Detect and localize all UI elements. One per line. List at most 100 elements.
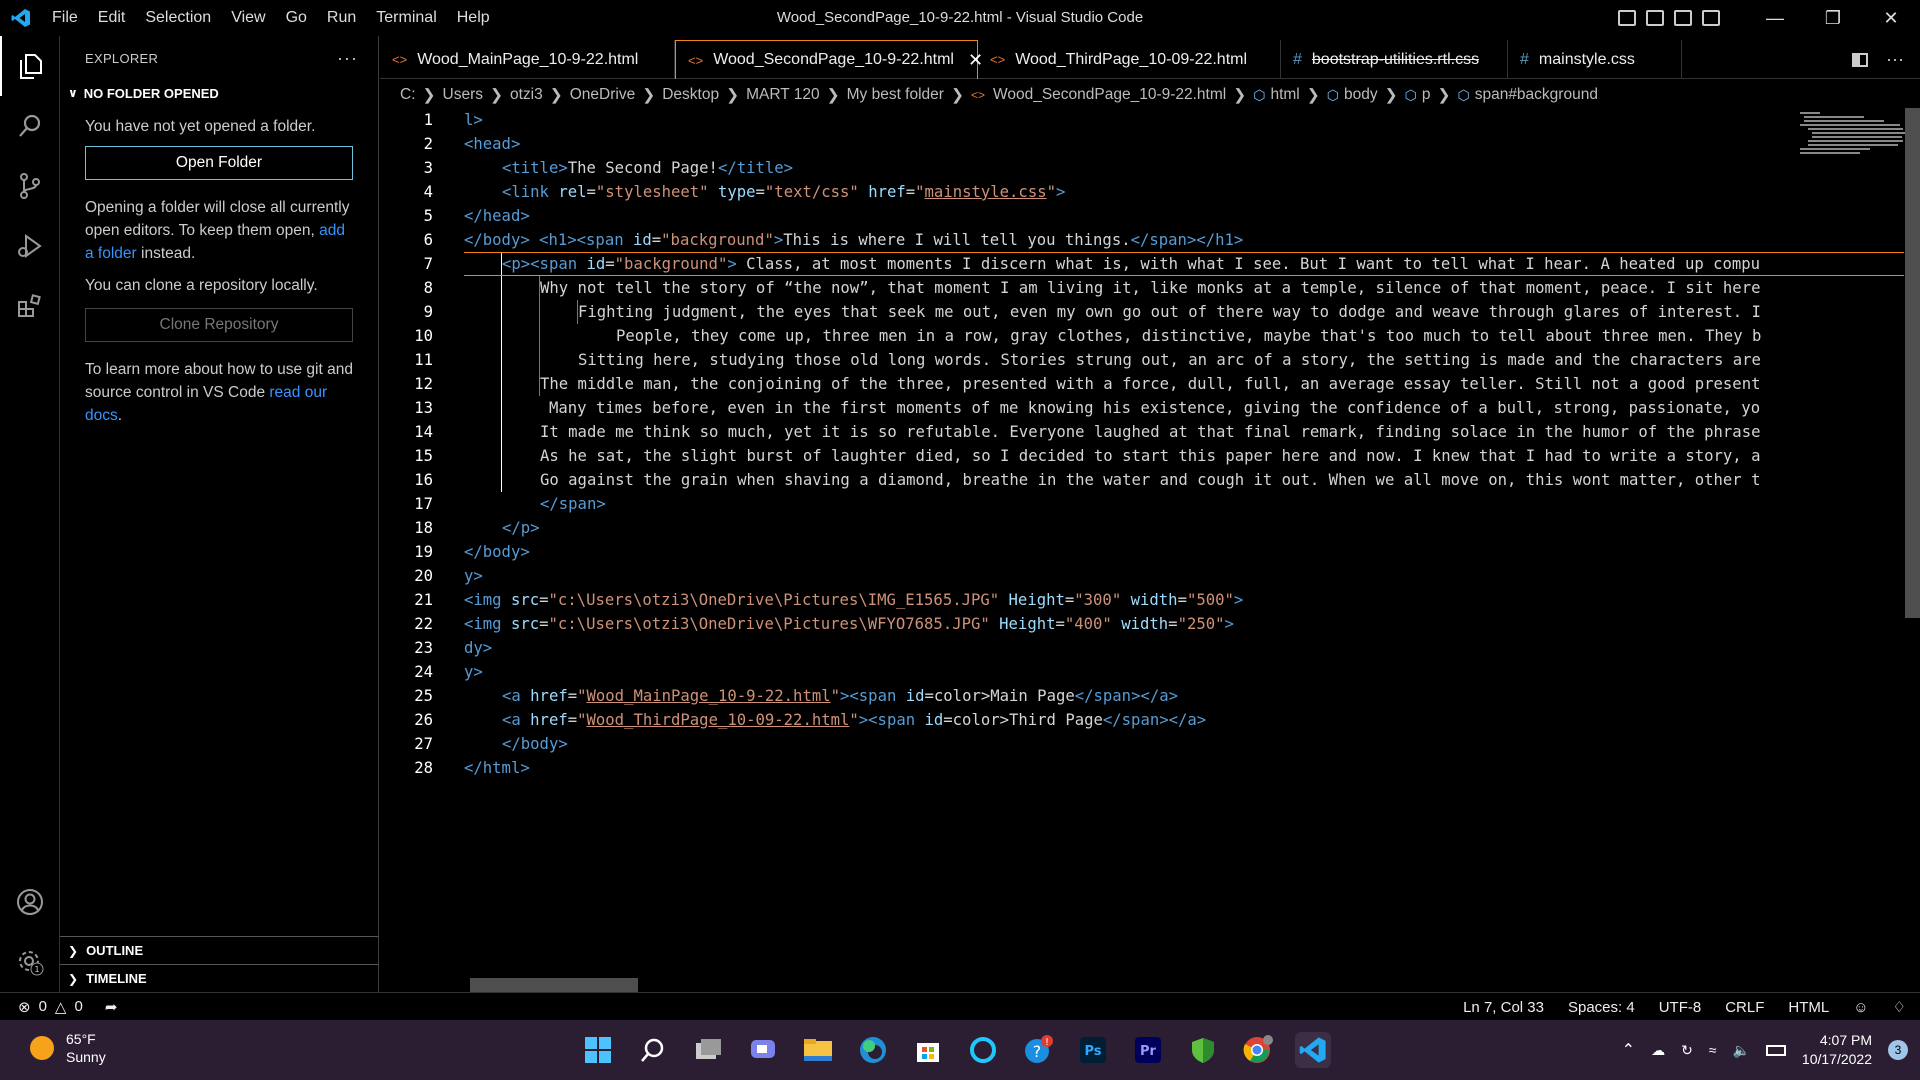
breadcrumb-item[interactable]: MART 120 (746, 86, 820, 104)
menu-selection[interactable]: Selection (135, 0, 221, 36)
tab-label: Wood_SecondPage_10-9-22.html (713, 51, 954, 68)
warning-icon[interactable]: △ (55, 998, 67, 1016)
menu-terminal[interactable]: Terminal (366, 0, 446, 36)
manage-gear-icon[interactable]: 1 (0, 932, 60, 992)
run-debug-icon[interactable] (0, 216, 60, 276)
breadcrumb-item[interactable]: C: (400, 86, 416, 104)
menu-edit[interactable]: Edit (88, 0, 136, 36)
file-explorer-icon[interactable] (800, 1032, 836, 1068)
encoding[interactable]: UTF-8 (1659, 999, 1702, 1016)
chrome-icon[interactable] (1240, 1032, 1276, 1068)
breadcrumb-item[interactable]: Users (443, 86, 483, 104)
breadcrumb-symbol[interactable]: p (1422, 86, 1431, 104)
code-editor[interactable]: 1 l> 2 <head> 3 <title>The Second Page!</ti… (380, 108, 1905, 992)
menu-view[interactable]: View (221, 0, 275, 36)
temperature: 65°F (66, 1031, 96, 1047)
photoshop-icon[interactable]: Ps (1075, 1032, 1111, 1068)
horizontal-scrollbar[interactable] (470, 978, 638, 992)
tab-bootstrap-utilities[interactable]: # bootstrap-utilities.rtl.css (1281, 40, 1508, 79)
vscode-logo-icon[interactable] (0, 0, 42, 36)
toggle-panel-icon[interactable] (1646, 10, 1664, 26)
no-folder-section[interactable]: ∨ NO FOLDER OPENED (60, 80, 378, 106)
toggle-secondary-sidebar-icon[interactable] (1674, 10, 1692, 26)
windows-start-icon[interactable] (580, 1032, 616, 1068)
menu-go[interactable]: Go (276, 0, 317, 36)
outline-label: OUTLINE (86, 943, 144, 958)
breadcrumb: C: ❯ Users ❯ otzi3 ❯ OneDrive ❯ Desktop ❯ MAR… (400, 86, 1598, 104)
customize-layout-icon[interactable] (1702, 10, 1720, 26)
onedrive-icon[interactable]: ☁ (1651, 1042, 1665, 1059)
breadcrumb-symbol[interactable]: html (1270, 86, 1299, 104)
extensions-icon[interactable] (0, 276, 60, 336)
more-actions-icon[interactable]: ··· (1886, 49, 1904, 70)
volume-icon[interactable]: 🔈 (1732, 1042, 1749, 1059)
language-mode[interactable]: HTML (1788, 999, 1829, 1016)
warning-count[interactable]: 0 (74, 998, 82, 1015)
symbol-cube-icon: ⬡ (1404, 86, 1417, 103)
live-share-icon[interactable]: ➦ (105, 998, 118, 1016)
chevron-up-icon[interactable]: ⌃ (1622, 1040, 1635, 1060)
minimap[interactable] (1790, 108, 1907, 168)
accounts-icon[interactable] (0, 872, 60, 932)
vscode-taskbar-icon[interactable] (1295, 1032, 1331, 1068)
task-view-icon[interactable] (690, 1032, 726, 1068)
menu-run[interactable]: Run (317, 0, 366, 36)
cursor-position[interactable]: Ln 7, Col 33 (1463, 999, 1544, 1016)
restore-button[interactable]: ❐ (1804, 0, 1862, 36)
tab-mainstyle[interactable]: # mainstyle.css (1508, 40, 1682, 79)
teams-chat-icon[interactable] (745, 1032, 781, 1068)
svg-text:!: ! (1045, 1037, 1049, 1048)
cortana-icon[interactable] (965, 1032, 1001, 1068)
error-icon[interactable]: ⊗ (18, 998, 31, 1016)
explorer-icon[interactable] (0, 36, 60, 96)
tab-wood-mainpage[interactable]: <> Wood_MainPage_10-9-22.html (380, 40, 675, 79)
breadcrumb-symbol[interactable]: body (1344, 86, 1378, 104)
clock[interactable]: 4:07 PM 10/17/2022 (1802, 1031, 1872, 1069)
more-actions-icon[interactable]: ··· (337, 48, 358, 69)
source-control-icon[interactable] (0, 156, 60, 216)
timeline-section[interactable]: ❯ TIMELINE (60, 964, 379, 992)
close-window-button[interactable]: ✕ (1862, 0, 1920, 36)
chevron-right-icon: ❯ (68, 943, 79, 958)
minimize-button[interactable]: — (1746, 0, 1804, 36)
notification-badge[interactable]: 3 (1888, 1040, 1908, 1060)
feedback-icon[interactable]: ☺ (1853, 999, 1868, 1016)
microsoft-store-icon[interactable] (910, 1032, 946, 1068)
menu-file[interactable]: File (42, 0, 88, 36)
outline-section[interactable]: ❯ OUTLINE (60, 936, 379, 964)
tab-wood-secondpage[interactable]: <> Wood_SecondPage_10-9-22.html ✕ (675, 40, 983, 79)
split-editor-icon[interactable] (1852, 52, 1869, 67)
notifications-bell-icon[interactable]: ♢ (1893, 998, 1906, 1016)
breadcrumb-item[interactable]: OneDrive (570, 86, 635, 104)
tab-wood-thirdpage[interactable]: <> Wood_ThirdPage_10-09-22.html (978, 40, 1281, 79)
get-help-icon[interactable]: ?! (1020, 1032, 1056, 1068)
tab-label: Wood_MainPage_10-9-22.html (417, 50, 639, 68)
vertical-scrollbar[interactable] (1905, 108, 1920, 618)
breadcrumb-item[interactable]: Desktop (662, 86, 719, 104)
instead-text: instead. (141, 245, 196, 262)
svg-text:Pr: Pr (1140, 1044, 1157, 1059)
menu-help[interactable]: Help (447, 0, 500, 36)
toggle-primary-sidebar-icon[interactable] (1618, 10, 1636, 26)
battery-icon[interactable] (1765, 1044, 1786, 1056)
breadcrumb-symbol[interactable]: span#background (1475, 86, 1598, 104)
vpn-shield-icon[interactable] (1185, 1032, 1221, 1068)
wifi-icon[interactable]: ≈ (1709, 1042, 1717, 1058)
search-icon[interactable] (0, 96, 60, 156)
indentation[interactable]: Spaces: 4 (1568, 999, 1635, 1016)
weather-widget[interactable]: 65°F Sunny (30, 1030, 106, 1066)
open-folder-button[interactable]: Open Folder (85, 146, 353, 180)
premiere-icon[interactable]: Pr (1130, 1032, 1166, 1068)
breadcrumb-item[interactable]: My best folder (847, 86, 944, 104)
sync-icon[interactable]: ↻ (1681, 1042, 1693, 1059)
search-icon[interactable] (635, 1032, 671, 1068)
explorer-sidebar: EXPLORER ··· ∨ NO FOLDER OPENED You have… (60, 36, 379, 992)
error-count[interactable]: 0 (39, 998, 47, 1015)
line-ending[interactable]: CRLF (1725, 999, 1764, 1016)
edge-icon[interactable] (855, 1032, 891, 1068)
chevron-down-icon: ∨ (68, 86, 78, 100)
breadcrumb-item[interactable]: otzi3 (510, 86, 543, 104)
breadcrumb-file[interactable]: Wood_SecondPage_10-9-22.html (993, 86, 1226, 104)
clone-repository-button[interactable]: Clone Repository (85, 308, 353, 342)
status-bar: ⊗ 0 △ 0 ➦ Ln 7, Col 33 Spaces: 4 UTF-8 C… (0, 992, 1920, 1020)
